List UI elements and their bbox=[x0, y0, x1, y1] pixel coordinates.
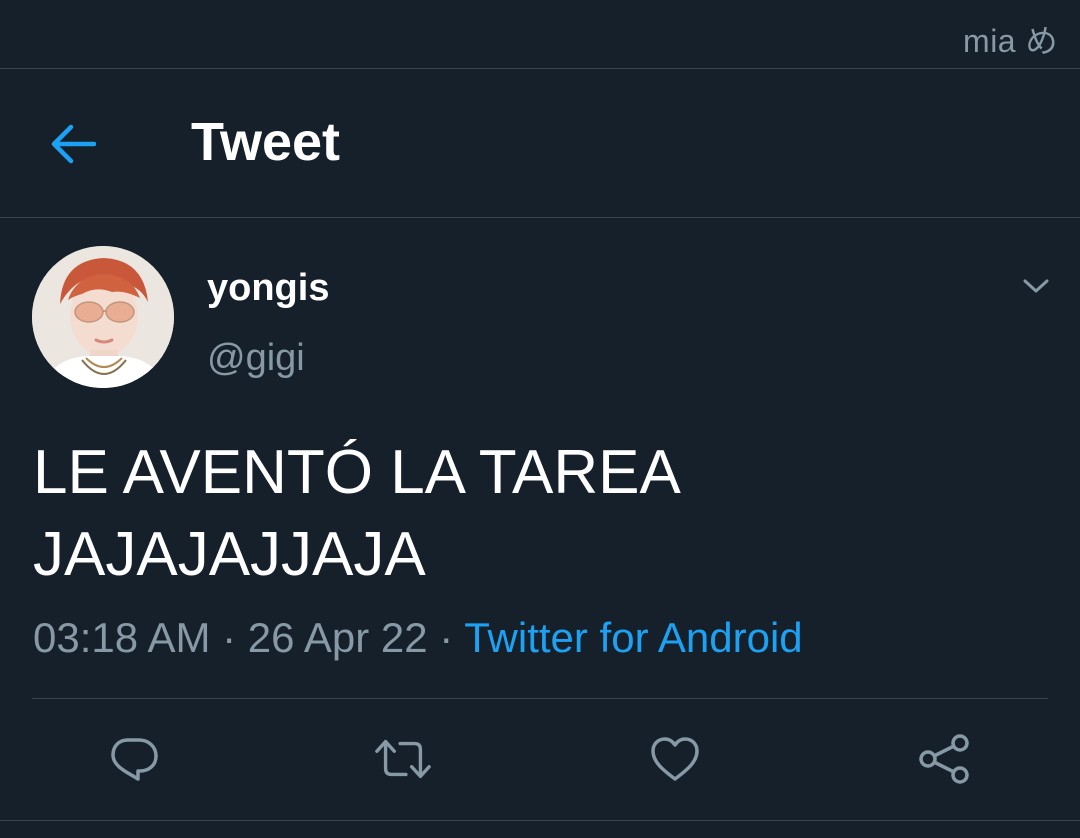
tweet-menu-button[interactable] bbox=[1014, 266, 1058, 306]
watermark-bar: mia め bbox=[0, 0, 1080, 69]
user-display-name[interactable]: yongis bbox=[207, 267, 329, 310]
share-icon bbox=[919, 734, 969, 784]
avatar-image bbox=[32, 246, 174, 388]
retweet-button[interactable] bbox=[373, 731, 433, 787]
divider bbox=[0, 820, 1080, 821]
divider bbox=[32, 698, 1048, 699]
back-button[interactable] bbox=[44, 115, 102, 173]
share-button[interactable] bbox=[914, 731, 974, 787]
header-bar: Tweet bbox=[0, 69, 1080, 218]
like-button[interactable] bbox=[645, 731, 705, 787]
reply-icon bbox=[111, 738, 158, 781]
watermark-text: mia め bbox=[963, 23, 1058, 59]
tweet-detail-screen: mia め Tweet yongis @gigi LE AVENTÓ LA TA… bbox=[0, 0, 1080, 838]
avatar[interactable] bbox=[32, 246, 174, 388]
like-icon bbox=[651, 737, 699, 781]
tweet-text: LE AVENTÓ LA TAREA JAJAJAJJAJA bbox=[33, 432, 1033, 596]
chevron-down-icon bbox=[1023, 279, 1049, 293]
tweet-time: 03:18 AM bbox=[33, 614, 211, 661]
tweet-source-link[interactable]: Twitter for Android bbox=[464, 614, 802, 661]
arrow-left-icon bbox=[51, 124, 96, 164]
page-title: Tweet bbox=[191, 112, 341, 172]
retweet-icon bbox=[375, 739, 431, 779]
reply-button[interactable] bbox=[104, 731, 164, 787]
tweet-meta: 03:18 AM · 26 Apr 22 · Twitter for Andro… bbox=[33, 614, 803, 662]
tweet-text-line: LE AVENTÓ LA TAREA bbox=[33, 438, 681, 507]
user-handle[interactable]: @gigi bbox=[207, 337, 305, 380]
meta-separator: · bbox=[210, 614, 248, 661]
meta-separator: · bbox=[427, 614, 465, 661]
tweet-date: 26 Apr 22 bbox=[247, 614, 428, 661]
tweet-text-line: JAJAJAJJAJA bbox=[33, 520, 426, 589]
